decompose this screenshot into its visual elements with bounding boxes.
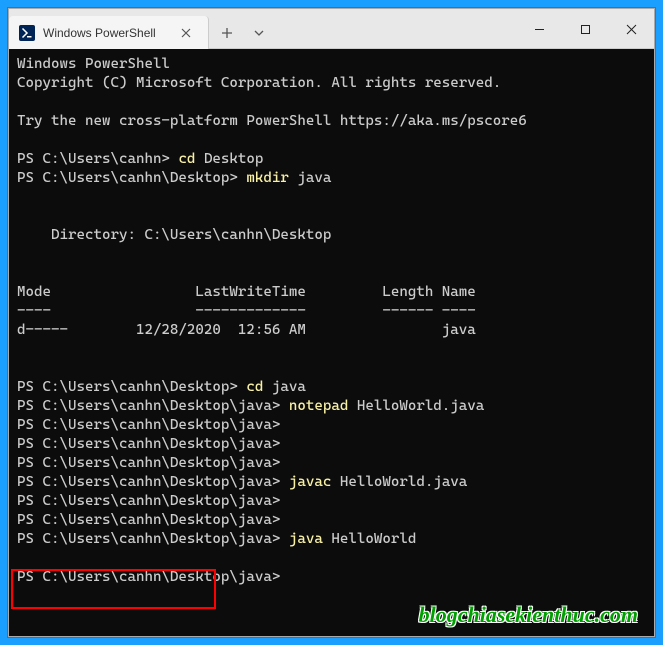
command-arg: HelloWorld bbox=[331, 531, 416, 547]
close-button[interactable] bbox=[608, 9, 654, 49]
prompt: PS C:\Users\canhn\Desktop\java> bbox=[17, 474, 289, 490]
table-separator: ---- ------------- ------ ---- bbox=[17, 303, 476, 319]
terminal-header: Windows PowerShell bbox=[17, 56, 170, 72]
command-arg: Desktop bbox=[204, 151, 263, 167]
maximize-button[interactable] bbox=[562, 9, 608, 49]
prompt: PS C:\Users\canhn\Desktop> bbox=[17, 379, 246, 395]
prompt: PS C:\Users\canhn\Desktop\java> bbox=[17, 455, 280, 471]
prompt: PS C:\Users\canhn\Desktop\java> bbox=[17, 531, 289, 547]
command-arg: java bbox=[272, 379, 306, 395]
command-arg: HelloWorld.java bbox=[357, 398, 484, 414]
minimize-button[interactable] bbox=[516, 9, 562, 49]
command: cd bbox=[246, 379, 272, 395]
prompt: PS C:\Users\canhn\Desktop\java> bbox=[17, 512, 280, 528]
prompt: PS C:\Users\canhn> bbox=[17, 151, 178, 167]
table-row: d----- 12/28/2020 12:56 AM java bbox=[17, 322, 476, 338]
powershell-icon bbox=[19, 25, 35, 41]
titlebar-drag-area[interactable] bbox=[273, 9, 516, 48]
prompt: PS C:\Users\canhn\Desktop\java> bbox=[17, 398, 289, 414]
new-tab-button[interactable] bbox=[209, 16, 245, 49]
command: notepad bbox=[289, 398, 357, 414]
command: mkdir bbox=[246, 170, 297, 186]
window-controls bbox=[516, 9, 654, 48]
prompt: PS C:\Users\canhn\Desktop\java> bbox=[17, 436, 280, 452]
tab-powershell[interactable]: Windows PowerShell bbox=[9, 16, 209, 49]
command: cd bbox=[178, 151, 204, 167]
command: java bbox=[289, 531, 331, 547]
terminal-content[interactable]: Windows PowerShell Copyright (C) Microso… bbox=[9, 49, 654, 636]
prompt: PS C:\Users\canhn\Desktop\java> bbox=[17, 417, 280, 433]
tab-dropdown-button[interactable] bbox=[245, 16, 273, 49]
watermark: blogchiasekienthuc.com bbox=[419, 605, 638, 624]
tab-close-button[interactable] bbox=[174, 21, 198, 45]
prompt: PS C:\Users\canhn\Desktop\java> bbox=[17, 493, 280, 509]
powershell-window: Windows PowerShell Windows PowerShell Co… bbox=[8, 8, 655, 637]
directory-header: Directory: C:\Users\canhn\Desktop bbox=[17, 227, 331, 243]
command: javac bbox=[289, 474, 340, 490]
terminal-copyright: Copyright (C) Microsoft Corporation. All… bbox=[17, 75, 501, 91]
prompt: PS C:\Users\canhn\Desktop> bbox=[17, 170, 246, 186]
tab-title: Windows PowerShell bbox=[43, 26, 174, 40]
command-arg: java bbox=[297, 170, 331, 186]
titlebar: Windows PowerShell bbox=[9, 9, 654, 49]
command-arg: HelloWorld.java bbox=[340, 474, 467, 490]
prompt: PS C:\Users\canhn\Desktop\java> bbox=[17, 569, 280, 585]
table-header: Mode LastWriteTime Length Name bbox=[17, 284, 476, 300]
terminal-try-text: Try the new cross-platform PowerShell ht… bbox=[17, 113, 527, 129]
